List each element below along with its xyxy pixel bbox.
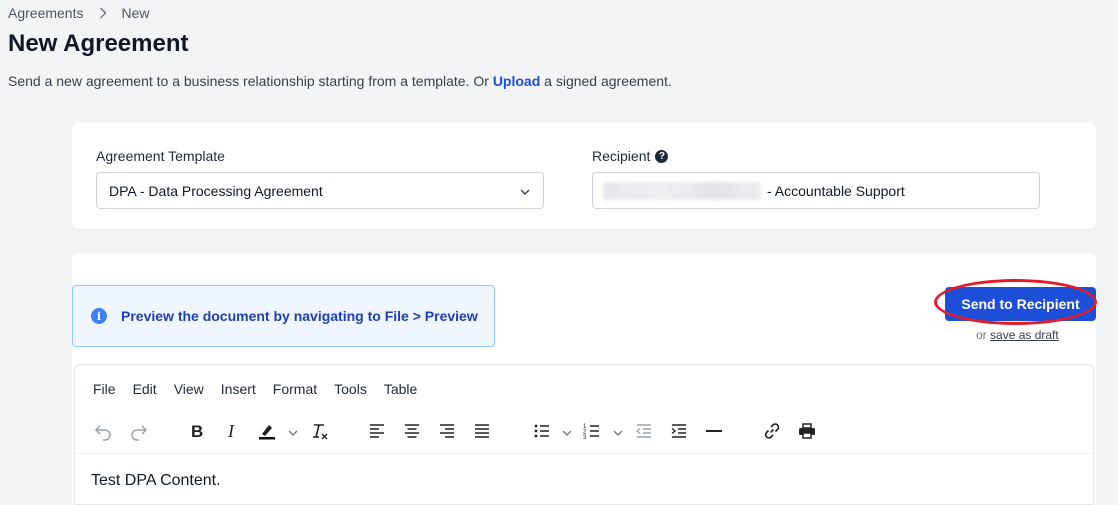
recipient-label: Recipient ?	[592, 148, 669, 164]
send-to-recipient-button[interactable]: Send to Recipient	[945, 287, 1096, 321]
breadcrumb: Agreements New	[8, 5, 150, 21]
numbered-list-dropdown-icon[interactable]	[613, 425, 623, 443]
svg-text:B: B	[191, 422, 203, 441]
document-card: i Preview the document by navigating to …	[72, 253, 1097, 505]
menu-format[interactable]: Format	[273, 381, 317, 397]
page-title: New Agreement	[8, 30, 189, 57]
preview-info-text: Preview the document by navigating to Fi…	[121, 308, 478, 324]
menu-tools[interactable]: Tools	[334, 381, 367, 397]
breadcrumb-current: New	[121, 5, 150, 21]
bold-icon[interactable]: B	[185, 419, 209, 443]
menu-view[interactable]: View	[174, 381, 204, 397]
template-label: Agreement Template	[96, 148, 225, 164]
outdent-icon[interactable]	[632, 419, 656, 443]
horizontal-rule-icon[interactable]	[702, 419, 726, 443]
align-right-icon[interactable]	[435, 419, 459, 443]
recipient-field[interactable]: - Accountable Support	[592, 172, 1040, 209]
align-left-icon[interactable]	[365, 419, 389, 443]
template-select-value: DPA - Data Processing Agreement	[109, 182, 323, 199]
clear-format-icon[interactable]	[308, 419, 332, 443]
menu-insert[interactable]: Insert	[221, 381, 256, 397]
indent-icon[interactable]	[667, 419, 691, 443]
chevron-down-icon	[519, 185, 531, 201]
editor-content-text: Test DPA Content.	[91, 472, 221, 489]
justify-icon[interactable]	[470, 419, 494, 443]
highlight-icon[interactable]	[255, 419, 279, 443]
breadcrumb-agreements[interactable]: Agreements	[8, 5, 83, 21]
template-label-text: Agreement Template	[96, 148, 225, 164]
bullet-list-icon[interactable]	[530, 419, 554, 443]
menu-edit[interactable]: Edit	[133, 381, 157, 397]
help-icon[interactable]: ?	[655, 149, 669, 163]
undo-icon[interactable]	[91, 419, 115, 443]
svg-text:I: I	[227, 421, 235, 441]
save-as-draft-link[interactable]: save as draft	[990, 328, 1059, 342]
highlight-dropdown-icon[interactable]	[288, 425, 298, 443]
editor-toolbar: B I 1 2 3	[75, 415, 1093, 449]
italic-icon[interactable]: I	[220, 419, 244, 443]
subtitle-text-end: a signed agreement.	[540, 73, 672, 89]
info-icon: i	[91, 308, 107, 324]
print-icon[interactable]	[795, 419, 819, 443]
redacted-recipient-name	[603, 181, 761, 200]
subtitle-text-start: Send a new agreement to a business relat…	[8, 73, 493, 89]
bullet-list-dropdown-icon[interactable]	[562, 425, 572, 443]
upload-link[interactable]: Upload	[493, 73, 540, 89]
menu-table[interactable]: Table	[384, 381, 417, 397]
recipient-value: - Accountable Support	[767, 182, 905, 199]
agreement-setup-card: Agreement Template DPA - Data Processing…	[72, 123, 1096, 229]
numbered-list-icon[interactable]: 123	[580, 419, 604, 443]
template-select[interactable]: DPA - Data Processing Agreement	[96, 172, 544, 209]
editor-menubar: File Edit View Insert Format Tools Table	[93, 381, 434, 397]
align-center-icon[interactable]	[400, 419, 424, 443]
or-text: or	[976, 328, 991, 342]
recipient-label-text: Recipient	[592, 148, 651, 164]
save-draft-line: or save as draft	[976, 328, 1059, 342]
editor-content-area[interactable]: Test DPA Content.	[75, 453, 1093, 505]
preview-info-alert: i Preview the document by navigating to …	[72, 285, 495, 347]
svg-text:3: 3	[583, 435, 587, 441]
chevron-right-icon	[99, 7, 107, 19]
menu-file[interactable]: File	[93, 381, 116, 397]
link-icon[interactable]	[760, 419, 784, 443]
page-subtitle: Send a new agreement to a business relat…	[8, 73, 672, 89]
rich-text-editor: File Edit View Insert Format Tools Table…	[74, 364, 1094, 505]
redo-icon[interactable]	[127, 419, 151, 443]
